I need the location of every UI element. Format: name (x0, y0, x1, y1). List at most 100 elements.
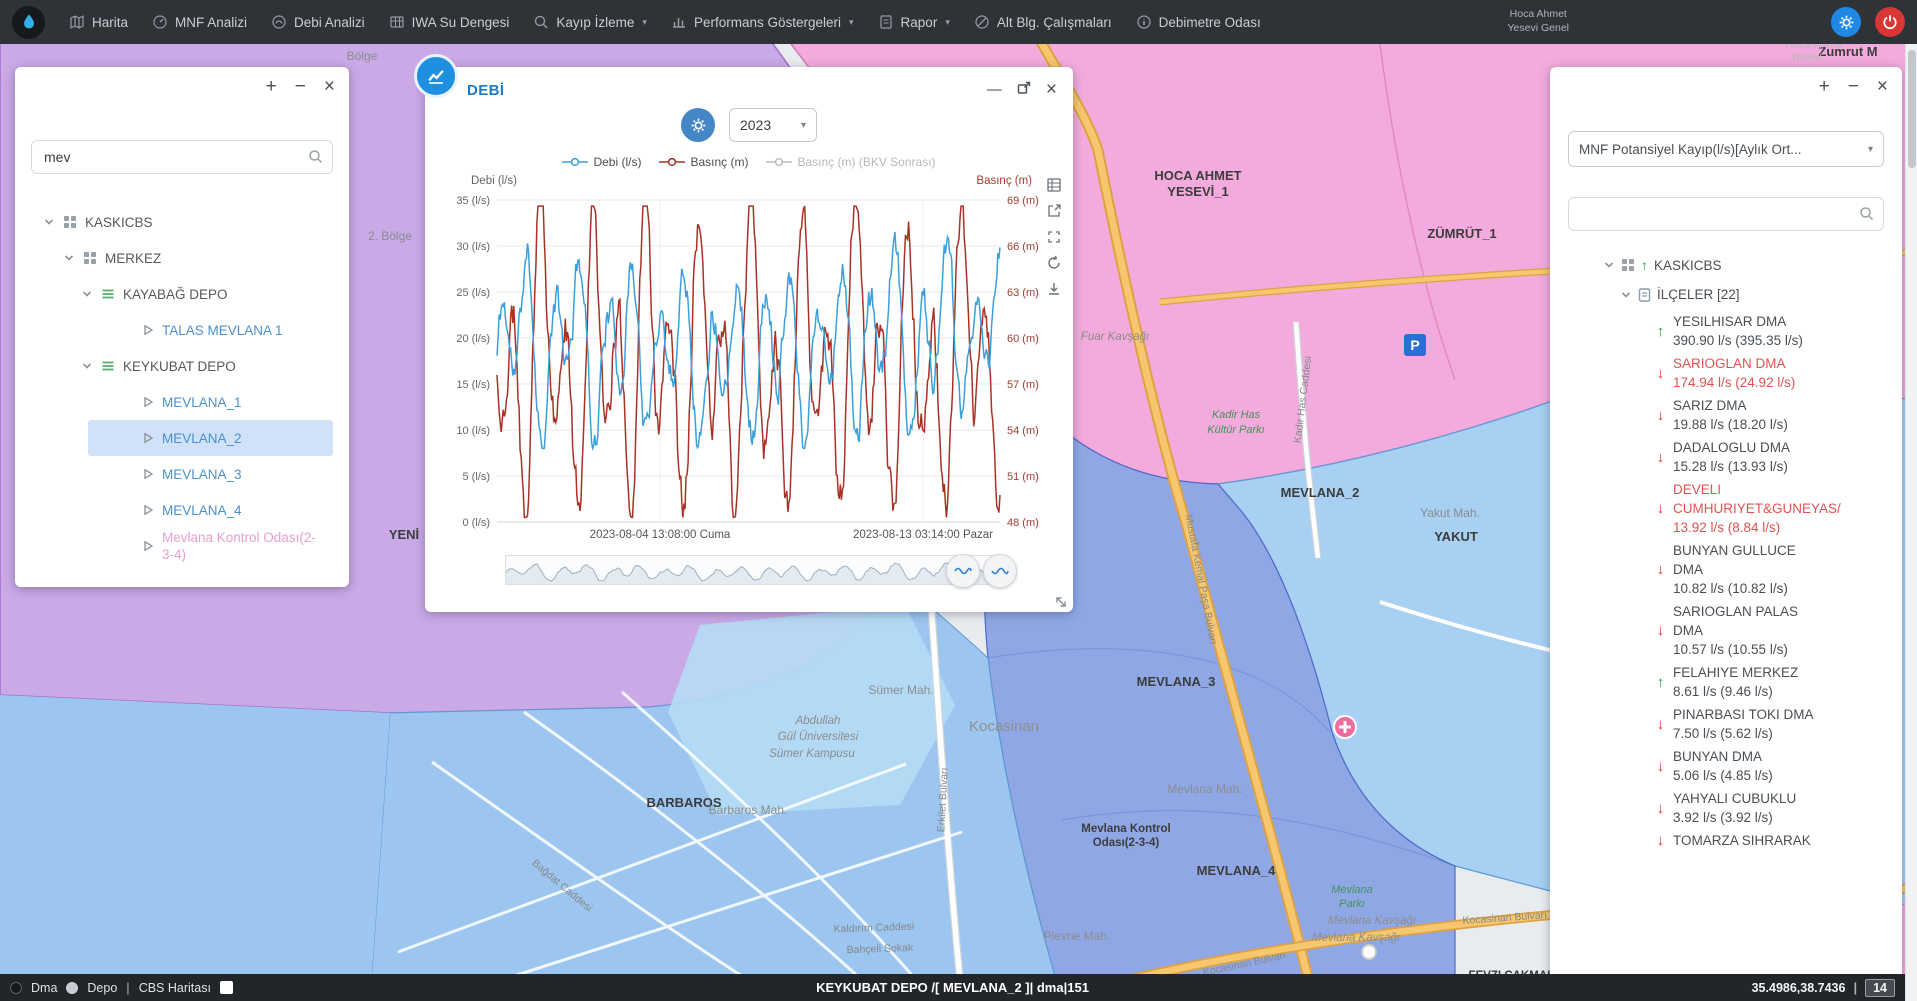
close-button[interactable]: × (1046, 80, 1057, 99)
dma-item-yesilhisar-dma[interactable]: ↑YESILHISAR DMA390.90 l/s (395.35 l/s) (1652, 312, 1884, 350)
dma-item-develi-cumhuriyet-guneyas[interactable]: ↓DEVELI CUMHURIYET&GUNEYAS/13.92 l/s (8.… (1652, 480, 1884, 537)
dma-item-sarioglan-dma[interactable]: ↓SARIOGLAN DMA174.94 l/s (24.92 l/s) (1652, 354, 1884, 392)
panel-close-button[interactable]: × (1877, 77, 1888, 96)
panel-add-button[interactable]: + (1819, 77, 1830, 96)
scrollbar-thumb[interactable] (1908, 50, 1916, 168)
chevron-down-icon[interactable] (63, 252, 75, 264)
power-button[interactable] (1875, 7, 1905, 37)
tree-item-mevlana-2[interactable]: MEVLANA_2 (88, 420, 333, 456)
map-label-mevlana-3: MEVLANA_3 (1137, 674, 1216, 689)
nav-item-performans-g-stergeleri[interactable]: Performans Göstergeleri▾ (671, 14, 854, 30)
refresh-icon[interactable] (1046, 255, 1062, 271)
chevron-down-icon[interactable] (43, 216, 55, 228)
metric-select[interactable]: MNF Potansiyel Kayıp(l/s)[Aylık Ort... ▾ (1568, 131, 1884, 167)
tree-item-mevlana-1[interactable]: MEVLANA_1 (88, 384, 333, 420)
tree-item-kayaba-depo[interactable]: KAYABAĞ DEPO (81, 276, 333, 312)
dma-item-felahiye-merkez[interactable]: ↑FELAHIYE MERKEZ8.61 l/s (9.46 l/s) (1652, 663, 1884, 701)
maximize-icon (1017, 81, 1031, 95)
play-icon (142, 396, 154, 408)
dma-item-value: 10.82 l/s (10.82 l/s) (1673, 579, 1823, 598)
tree-item-label: MEVLANA_2 (162, 430, 242, 447)
chevron-down-icon[interactable] (1620, 289, 1632, 301)
tree-item-mevlana-4[interactable]: MEVLANA_4 (88, 492, 333, 528)
dma-item-value: 390.90 l/s (395.35 l/s) (1673, 331, 1803, 350)
region-blue-southwest[interactable] (0, 695, 390, 1001)
app-logo[interactable] (12, 6, 45, 39)
gear-icon (1838, 14, 1855, 31)
nav-item-debi-analizi[interactable]: Debi Analizi (271, 14, 365, 30)
dma-item-dadaloglu-dma[interactable]: ↓DADALOGLU DMA15.28 l/s (13.93 l/s) (1652, 438, 1884, 476)
chevron-down-icon[interactable] (1603, 259, 1615, 271)
page-scrollbar[interactable] (1905, 44, 1917, 1001)
chart-legend: Debi (l/s) Basınç (m) Basınç (m) (BKV Sonr… (425, 155, 1073, 169)
dma-item-name: YESILHISAR DMA (1673, 312, 1803, 331)
maximize-button[interactable] (1017, 81, 1031, 98)
year-select[interactable]: 2023 ▾ (729, 108, 817, 142)
map-label-mevlana-4: MEVLANA_4 (1197, 863, 1277, 878)
pressure-series-line[interactable] (497, 206, 1000, 517)
resize-handle[interactable] (1055, 596, 1067, 608)
legend-marker (766, 157, 792, 167)
svg-text:57 (m): 57 (m) (1007, 379, 1039, 391)
fullscreen-icon[interactable] (1046, 229, 1062, 245)
dma-item-value: 15.28 l/s (13.93 l/s) (1673, 457, 1790, 476)
chart-range-navigator[interactable] (505, 555, 1000, 585)
nav-item-kay-p-i-zleme[interactable]: Kayıp İzleme▾ (533, 14, 647, 30)
chart-plot[interactable]: 35 (l/s)69 (m)30 (l/s)66 (m)25 (l/s)63 (… (425, 172, 1073, 552)
nav-item-harita[interactable]: Harita (69, 14, 128, 30)
chart-export-menu (1046, 177, 1062, 297)
minimize-button[interactable]: — (987, 82, 1002, 97)
tree-item-merkez[interactable]: MERKEZ (63, 240, 333, 276)
power-icon (1882, 14, 1898, 30)
legend-item-debi-l-s[interactable]: Debi (l/s) (562, 155, 641, 169)
dma-item-bunyan-gulluce-dma[interactable]: ↓BUNYAN GULLUCE DMA10.82 l/s (10.82 l/s) (1652, 541, 1884, 598)
nav-item-rapor[interactable]: Rapor▾ (878, 14, 950, 30)
nav-item-mnf-analizi[interactable]: MNF Analizi (152, 14, 247, 30)
down-arrow-icon: ↓ (1652, 500, 1669, 517)
chevron-down-icon[interactable] (81, 288, 93, 300)
cbs-map-checkbox[interactable] (220, 981, 233, 994)
tree-item-kaskicbs[interactable]: ↑ KASKICBS (1603, 257, 1884, 273)
dma-item-tomarza-sihrarak[interactable]: ↓TOMARZA SIHRARAK (1652, 831, 1884, 850)
tree-item-mevlana-3[interactable]: MEVLANA_3 (88, 456, 333, 492)
dma-item-yahyali-cubuklu[interactable]: ↓YAHYALI CUBUKLU3.92 l/s (3.92 l/s) (1652, 789, 1884, 827)
down-arrow-icon: ↓ (1652, 758, 1669, 775)
dma-search-input[interactable] (1568, 197, 1884, 231)
navigator-handle-right[interactable] (983, 554, 1017, 588)
gear-icon (690, 117, 707, 134)
panel-minimize-button[interactable]: − (1848, 77, 1859, 96)
legend-item-bas-n-m-bkv-sonras[interactable]: Basınç (m) (BKV Sonrası) (766, 155, 935, 169)
download-icon[interactable] (1046, 281, 1062, 297)
dma-item-pinarbasi-toki-dma[interactable]: ↓PINARBASI TOKI DMA7.50 l/s (5.62 l/s) (1652, 705, 1884, 743)
tree-item-keykubat-depo[interactable]: KEYKUBAT DEPO (81, 348, 333, 384)
dma-item-bunyan-dma[interactable]: ↓BUNYAN DMA5.06 l/s (4.85 l/s) (1652, 747, 1884, 785)
map-label-mevlana-kav-a: Mevlana Kavşağı (1328, 915, 1416, 927)
nav-item-alt-blg-al-malar[interactable]: Alt Blg. Çalışmaları (974, 14, 1112, 30)
tree-item-ilceler[interactable]: İLÇELER [22] (1620, 287, 1884, 302)
dma-item-sariz-dma[interactable]: ↓SARIZ DMA19.88 l/s (18.20 l/s) (1652, 396, 1884, 434)
nav-item-iwa-su-dengesi[interactable]: IWA Su Dengesi (389, 14, 510, 30)
depo-legend-label: Depo (87, 981, 117, 995)
up-arrow-icon: ↑ (1652, 674, 1669, 691)
map-label-kadir-has: Kadir Has (1212, 409, 1261, 421)
dma-item-sarioglan-palas-dma[interactable]: ↓SARIOGLAN PALAS DMA10.57 l/s (10.55 l/s… (1652, 602, 1884, 659)
panel-close-button[interactable]: × (324, 77, 335, 96)
panel-add-button[interactable]: + (266, 77, 277, 96)
data-table-icon[interactable] (1046, 177, 1062, 193)
panel-minimize-button[interactable]: − (295, 77, 306, 96)
legend-item-bas-n-m[interactable]: Basınç (m) (659, 155, 748, 169)
tree-search-input[interactable] (31, 140, 333, 174)
chevron-down-icon[interactable] (81, 360, 93, 372)
settings-button[interactable] (1831, 7, 1861, 37)
popout-icon[interactable] (1046, 203, 1062, 219)
nav-item-debimetre-odas[interactable]: Debimetre Odası (1136, 14, 1261, 30)
tree-item-kaskicbs[interactable]: KASKICBS (43, 204, 333, 240)
map-icon (69, 14, 85, 30)
chart-settings-button[interactable] (681, 108, 715, 142)
dma-item-text: SARIOGLAN DMA174.94 l/s (24.92 l/s) (1673, 354, 1795, 392)
tree-item-mevlana-kontrol-odas-2-3-4[interactable]: Mevlana Kontrol Odası(2-3-4) (88, 528, 333, 564)
navigator-handle-left[interactable] (946, 554, 980, 588)
map-label-s-mer-mah: Sümer Mah. (868, 683, 933, 697)
map-label-kocasinan: Kocasinan (969, 718, 1039, 735)
tree-item-talas-mevlana-1[interactable]: TALAS MEVLANA 1 (88, 312, 333, 348)
